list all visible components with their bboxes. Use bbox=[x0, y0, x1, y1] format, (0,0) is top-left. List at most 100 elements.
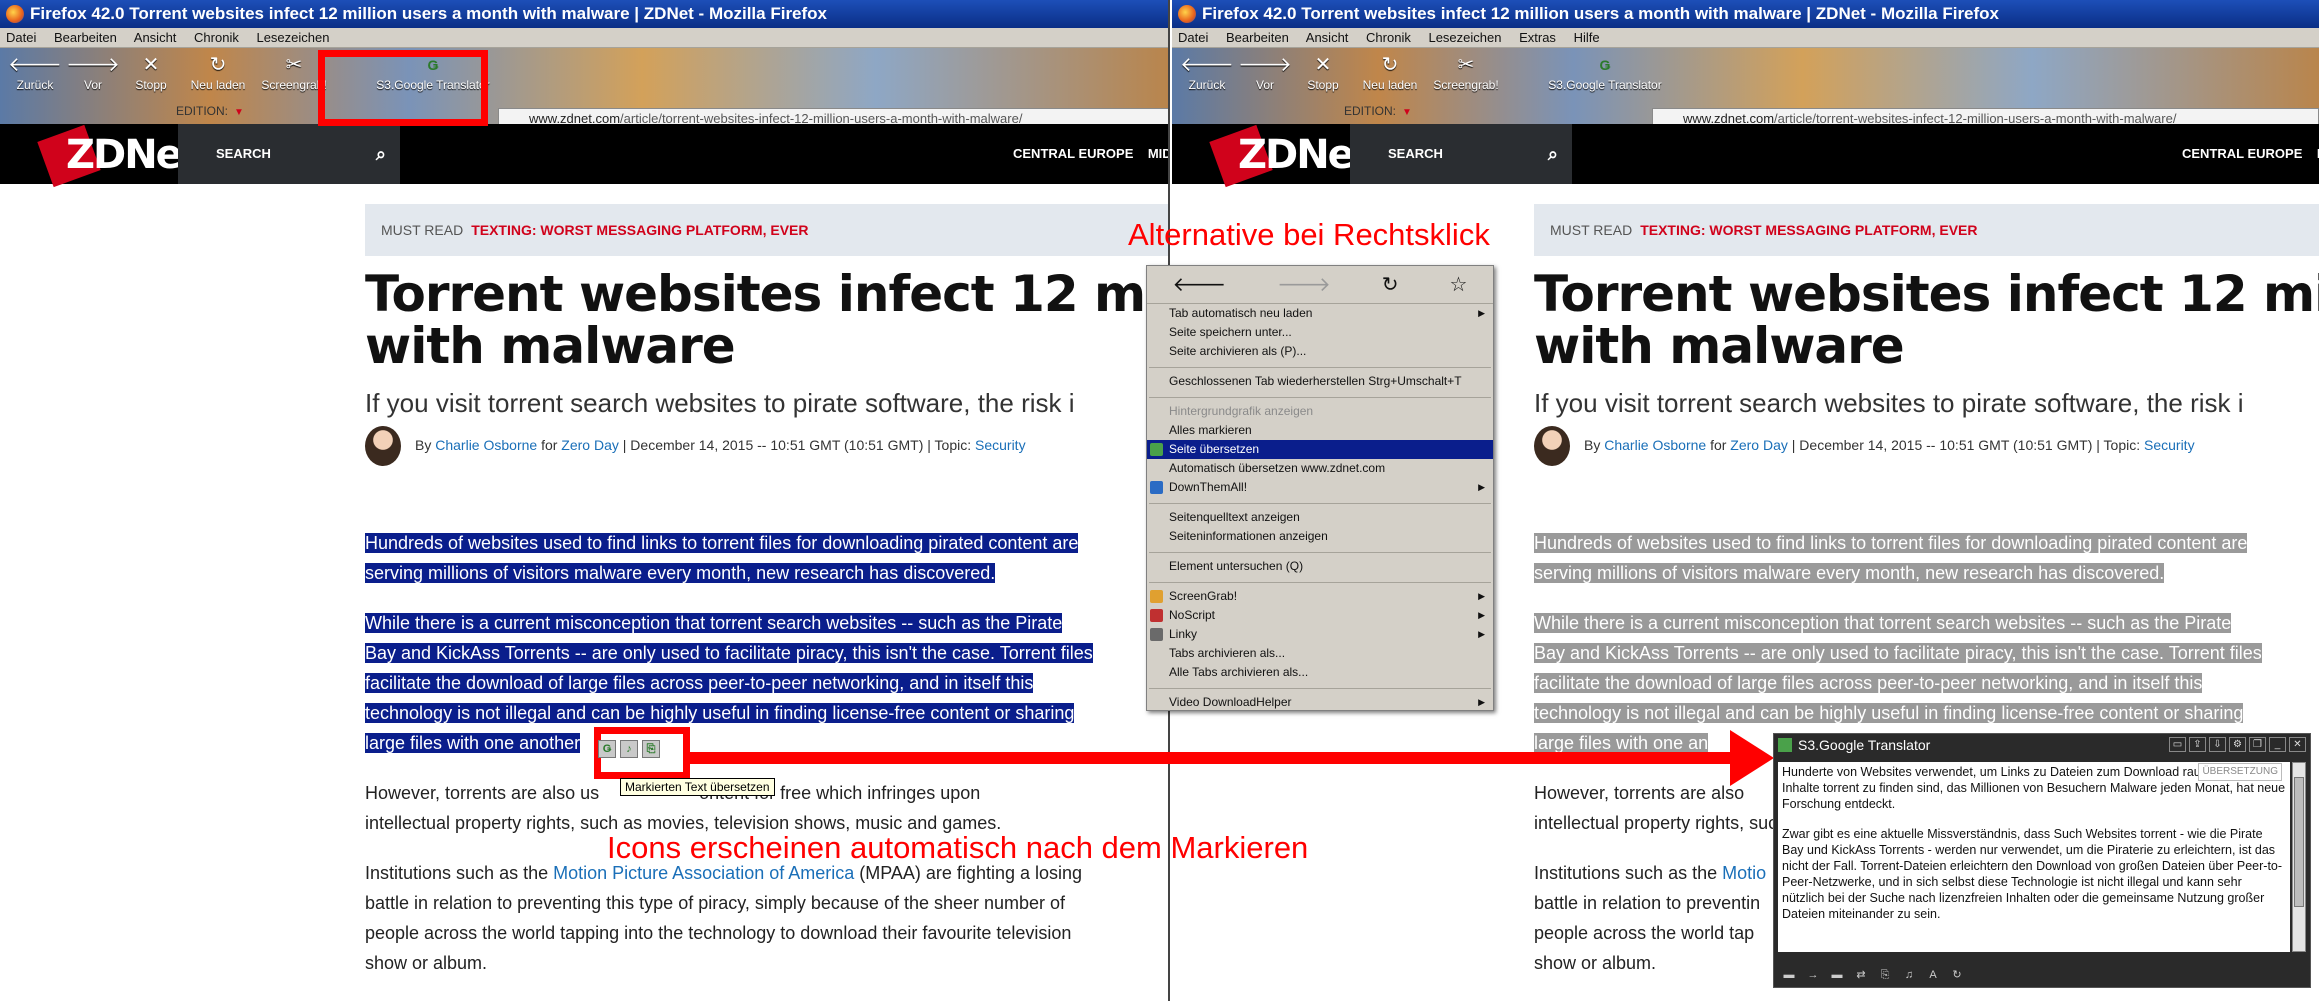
menu-ansicht[interactable]: Ansicht bbox=[134, 30, 177, 45]
screengrab-button[interactable]: ✂ Screengrab! bbox=[1428, 52, 1504, 92]
menu-bearbeiten[interactable]: Bearbeiten bbox=[54, 30, 117, 45]
panel-settings-icon[interactable]: ⚙ bbox=[2229, 737, 2246, 752]
must-read-link[interactable]: TEXTING: WORST MESSAGING PLATFORM, EVER bbox=[471, 222, 808, 238]
site-search[interactable]: SEARCH ⌕ bbox=[178, 124, 400, 184]
nav-central-europe[interactable]: CENTRAL EUROPE MID bbox=[1013, 124, 1168, 184]
context-menu-item[interactable]: Element untersuchen (Q) bbox=[1147, 557, 1493, 576]
menu-datei[interactable]: Datei bbox=[6, 30, 36, 45]
flag-source-icon[interactable]: ▬ bbox=[1780, 967, 1798, 983]
menu-chronik[interactable]: Chronik bbox=[194, 30, 239, 45]
back-button[interactable]: 🡐 Zurück bbox=[1178, 52, 1236, 92]
screengrab-label: Screengrab! bbox=[261, 78, 327, 92]
translation-badge: ÜBERSETZUNG bbox=[2198, 763, 2282, 781]
context-menu-item[interactable]: ScreenGrab! ▶ bbox=[1147, 587, 1493, 606]
speaker-icon[interactable]: ♫ bbox=[1900, 967, 1918, 983]
menu-chronik[interactable]: Chronik bbox=[1366, 30, 1411, 45]
back-button[interactable]: 🡐 Zurück bbox=[6, 52, 64, 92]
zdnet-logo[interactable]: ZDNet bbox=[1209, 124, 1372, 188]
menu-ansicht[interactable]: Ansicht bbox=[1306, 30, 1349, 45]
site-search[interactable]: SEARCH ⌕ bbox=[1350, 124, 1572, 184]
context-menu-items: Tab automatisch neu laden ▶ Seite speicher… bbox=[1147, 304, 1493, 712]
paragraph-4: Institutions such as the Motion Picture … bbox=[365, 863, 1083, 973]
edition-selector[interactable]: EDITION: ▼ bbox=[176, 104, 244, 118]
back-arrow-icon: 🡐 bbox=[8, 54, 62, 76]
menu-datei[interactable]: Datei bbox=[1178, 30, 1208, 45]
stop-button[interactable]: ✕ Stopp bbox=[122, 52, 180, 92]
menu-lesezeichen[interactable]: Lesezeichen bbox=[1428, 30, 1501, 45]
stop-button[interactable]: ✕ Stopp bbox=[1294, 52, 1352, 92]
copy-icon[interactable]: ⎘ bbox=[642, 740, 660, 758]
menu-extras[interactable]: Extras bbox=[1519, 30, 1556, 45]
context-menu-item[interactable]: Seitenquelltext anzeigen bbox=[1147, 508, 1493, 527]
reload-button[interactable]: ↻ Neu laden bbox=[1352, 52, 1428, 92]
translate-selection-icon[interactable]: Ǥ bbox=[598, 740, 616, 758]
reload-button[interactable]: ↻ Neu laden bbox=[180, 52, 256, 92]
copy-icon[interactable]: ⎘ bbox=[1876, 967, 1894, 983]
blog-link[interactable]: Zero Day bbox=[561, 437, 619, 453]
context-menu-item[interactable]: NoScript ▶ bbox=[1147, 606, 1493, 625]
panel-copy-icon[interactable]: ▭ bbox=[2169, 737, 2186, 752]
reload-icon[interactable]: ↻ bbox=[1382, 272, 1399, 297]
context-menu-item[interactable]: Geschlossenen Tab wiederherstellen Strg+… bbox=[1147, 372, 1493, 391]
refresh-icon[interactable]: ↻ bbox=[1948, 967, 1966, 983]
nav-central-europe[interactable]: CENTRAL EUROPE MID bbox=[2182, 124, 2319, 184]
translation-output[interactable]: ÜBERSETZUNG Hunderte von Websites verwen… bbox=[1778, 762, 2290, 952]
must-read-link[interactable]: TEXTING: WORST MESSAGING PLATFORM, EVER bbox=[1640, 222, 1977, 238]
translator-button[interactable]: Ǥ S3.Google Translator bbox=[1530, 52, 1680, 92]
author-link[interactable]: Charlie Osborne bbox=[435, 437, 537, 453]
topic-link[interactable]: Security bbox=[975, 437, 1026, 453]
dta-icon bbox=[1150, 481, 1163, 494]
context-menu-item[interactable]: Linky ▶ bbox=[1147, 625, 1493, 644]
context-menu-item[interactable]: Automatisch übersetzen www.zdnet.com bbox=[1147, 459, 1493, 478]
forward-icon[interactable]: 🡒 bbox=[1277, 272, 1331, 297]
context-menu-item[interactable]: Seiteninformationen anzeigen bbox=[1147, 527, 1493, 546]
context-menu-label: Element untersuchen (Q) bbox=[1169, 559, 1304, 573]
context-menu-label: Seite archivieren als (P)... bbox=[1169, 344, 1307, 358]
context-menu-item[interactable]: Alle Tabs archivieren als... bbox=[1147, 663, 1493, 682]
zdnet-logo[interactable]: ZDNet bbox=[37, 124, 200, 188]
panel-up-icon[interactable]: ⇪ bbox=[2189, 737, 2206, 752]
panel-minimize-icon[interactable]: _ bbox=[2269, 737, 2286, 752]
panel-title: S3.Google Translator bbox=[1798, 737, 1931, 753]
bookmark-star-icon[interactable]: ☆ bbox=[1450, 272, 1468, 297]
panel-scrollbar[interactable] bbox=[2292, 762, 2306, 952]
context-menu-item[interactable]: DownThemAll! ▶ bbox=[1147, 478, 1493, 497]
topic-link[interactable]: Security bbox=[2144, 437, 2195, 453]
menu-hilfe[interactable]: Hilfe bbox=[1574, 30, 1600, 45]
speak-icon[interactable]: ♪ bbox=[620, 740, 638, 758]
context-menu-label: Seitenquelltext anzeigen bbox=[1169, 510, 1300, 524]
context-menu-item[interactable]: Seite übersetzen bbox=[1147, 440, 1493, 459]
context-menu-label: Automatisch übersetzen www.zdnet.com bbox=[1169, 461, 1386, 475]
translator-button-highlight bbox=[318, 50, 488, 126]
menu-bearbeiten[interactable]: Bearbeiten bbox=[1226, 30, 1289, 45]
flag-target-icon[interactable]: ▬ bbox=[1828, 967, 1846, 983]
inline-translate-icons: Ǥ ♪ ⎘ bbox=[598, 740, 660, 758]
edition-selector[interactable]: EDITION: ▼ bbox=[1344, 104, 1412, 118]
reload-label: Neu laden bbox=[190, 78, 246, 92]
context-menu-item[interactable]: Seite speichern unter... bbox=[1147, 323, 1493, 342]
context-menu-item[interactable]: Alles markieren bbox=[1147, 421, 1493, 440]
context-menu-item[interactable]: Seite archivieren als (P)... bbox=[1147, 342, 1493, 361]
title-bar: Firefox 42.0 Torrent websites infect 12 … bbox=[0, 0, 1168, 28]
context-menu-item[interactable]: Video DownloadHelper ▶ bbox=[1147, 693, 1493, 712]
panel-restore-icon[interactable]: ❐ bbox=[2249, 737, 2266, 752]
context-menu-item[interactable]: Tabs archivieren als... bbox=[1147, 644, 1493, 663]
context-menu-label: Alles markieren bbox=[1169, 423, 1252, 437]
back-icon[interactable]: 🡐 bbox=[1173, 272, 1227, 297]
text-icon[interactable]: A bbox=[1924, 967, 1942, 983]
article-headline: Torrent websites infect 12 million with … bbox=[365, 265, 1170, 375]
context-menu-item[interactable]: Tab automatisch neu laden ▶ bbox=[1147, 304, 1493, 323]
panel-close-icon[interactable]: ✕ bbox=[2289, 737, 2306, 752]
screengrab-icon: ✂ bbox=[1457, 54, 1475, 76]
forward-button[interactable]: 🡒 Vor bbox=[64, 52, 122, 92]
context-menu-label: Alle Tabs archivieren als... bbox=[1169, 665, 1309, 679]
mpaa-link[interactable]: Motio bbox=[1722, 863, 1766, 883]
author-link[interactable]: Charlie Osborne bbox=[1604, 437, 1706, 453]
menu-lesezeichen[interactable]: Lesezeichen bbox=[256, 30, 329, 45]
blog-link[interactable]: Zero Day bbox=[1730, 437, 1788, 453]
context-menu-label: ScreenGrab! bbox=[1169, 589, 1238, 603]
panel-down-icon[interactable]: ⇩ bbox=[2209, 737, 2226, 752]
swap-icon[interactable]: ⇄ bbox=[1852, 967, 1870, 983]
forward-button[interactable]: 🡒 Vor bbox=[1236, 52, 1294, 92]
mpaa-link[interactable]: Motion Picture Association of America bbox=[553, 863, 854, 883]
